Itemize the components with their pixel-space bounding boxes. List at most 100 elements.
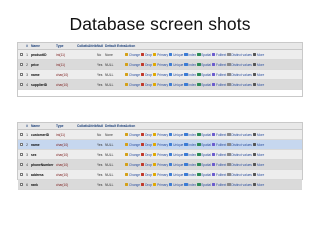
action-drop-link[interactable]: Drop <box>141 183 152 187</box>
row-checkbox[interactable] <box>19 53 23 56</box>
action-index-link[interactable]: Index <box>184 163 196 167</box>
action-distinct-values-link[interactable]: Distinct values <box>227 183 252 187</box>
action-unique-link[interactable]: Unique <box>169 173 183 177</box>
action-index-link[interactable]: Index <box>184 83 196 87</box>
action-index-link[interactable]: Index <box>184 173 196 177</box>
action-primary-link[interactable]: Primary <box>153 83 168 87</box>
action-change-link[interactable]: Change <box>125 53 140 57</box>
action-fulltext-link[interactable]: Fulltext <box>212 163 226 167</box>
action-distinct-values-link[interactable]: Distinct values <box>227 83 252 87</box>
action-spatial-link[interactable]: Spatial <box>197 153 211 157</box>
action-primary-link[interactable]: Primary <box>153 173 168 177</box>
action-primary-link[interactable]: Primary <box>153 53 168 57</box>
action-more-link[interactable]: More <box>253 53 264 57</box>
action-distinct-values-link[interactable]: Distinct values <box>227 73 252 77</box>
action-change-link[interactable]: Change <box>125 143 140 147</box>
action-spatial-link[interactable]: Spatial <box>197 83 211 87</box>
action-primary-link[interactable]: Primary <box>153 143 168 147</box>
action-distinct-values-link[interactable]: Distinct values <box>227 53 252 57</box>
col-name[interactable]: Name <box>30 44 56 48</box>
action-more-link[interactable]: More <box>253 83 264 87</box>
action-primary-link[interactable]: Primary <box>153 63 168 67</box>
action-fulltext-link[interactable]: Fulltext <box>212 183 226 187</box>
action-index-link[interactable]: Index <box>184 143 196 147</box>
action-unique-link[interactable]: Unique <box>169 73 183 77</box>
table-row[interactable]: 1 productID int(11) No None Change Drop Primary… <box>18 50 302 60</box>
action-drop-link[interactable]: Drop <box>141 163 152 167</box>
table-row[interactable]: 1 customerID int(11) No None Change Drop Primar… <box>18 130 302 140</box>
action-more-link[interactable]: More <box>253 163 264 167</box>
action-more-link[interactable]: More <box>253 73 264 77</box>
action-more-link[interactable]: More <box>253 63 264 67</box>
action-unique-link[interactable]: Unique <box>169 63 183 67</box>
action-index-link[interactable]: Index <box>184 183 196 187</box>
action-distinct-values-link[interactable]: Distinct values <box>227 163 252 167</box>
table-row[interactable]: 2 price int(11) Yes NULL Change Drop Primary Uni… <box>18 60 302 70</box>
action-unique-link[interactable]: Unique <box>169 163 183 167</box>
action-more-link[interactable]: More <box>253 153 264 157</box>
action-index-link[interactable]: Index <box>184 53 196 57</box>
action-change-link[interactable]: Change <box>125 173 140 177</box>
action-spatial-link[interactable]: Spatial <box>197 163 211 167</box>
action-spatial-link[interactable]: Spatial <box>197 183 211 187</box>
action-fulltext-link[interactable]: Fulltext <box>212 53 226 57</box>
action-drop-link[interactable]: Drop <box>141 153 152 157</box>
action-change-link[interactable]: Change <box>125 133 140 137</box>
row-checkbox[interactable] <box>19 143 23 146</box>
table-row[interactable]: 2 name char(10) Yes NULL Change Drop Primary Uni… <box>18 140 302 150</box>
row-checkbox[interactable] <box>19 183 23 186</box>
action-primary-link[interactable]: Primary <box>153 163 168 167</box>
action-primary-link[interactable]: Primary <box>153 73 168 77</box>
action-fulltext-link[interactable]: Fulltext <box>212 133 226 137</box>
action-distinct-values-link[interactable]: Distinct values <box>227 153 252 157</box>
row-checkbox[interactable] <box>19 153 23 156</box>
action-change-link[interactable]: Change <box>125 163 140 167</box>
action-change-link[interactable]: Change <box>125 63 140 67</box>
table-row[interactable]: 3 name char(10) Yes NULL Change Drop Primary Uni… <box>18 70 302 80</box>
action-spatial-link[interactable]: Spatial <box>197 133 211 137</box>
action-change-link[interactable]: Change <box>125 153 140 157</box>
table-row[interactable]: 6 rank char(10) Yes NULL Change Drop Primary Uni… <box>18 180 302 190</box>
row-checkbox[interactable] <box>19 133 23 136</box>
action-distinct-values-link[interactable]: Distinct values <box>227 173 252 177</box>
action-more-link[interactable]: More <box>253 133 264 137</box>
action-unique-link[interactable]: Unique <box>169 143 183 147</box>
action-drop-link[interactable]: Drop <box>141 173 152 177</box>
action-unique-link[interactable]: Unique <box>169 183 183 187</box>
action-fulltext-link[interactable]: Fulltext <box>212 73 226 77</box>
action-drop-link[interactable]: Drop <box>141 63 152 67</box>
action-spatial-link[interactable]: Spatial <box>197 73 211 77</box>
action-primary-link[interactable]: Primary <box>153 183 168 187</box>
action-drop-link[interactable]: Drop <box>141 83 152 87</box>
action-index-link[interactable]: Index <box>184 133 196 137</box>
action-change-link[interactable]: Change <box>125 73 140 77</box>
action-fulltext-link[interactable]: Fulltext <box>212 63 226 67</box>
action-more-link[interactable]: More <box>253 183 264 187</box>
action-unique-link[interactable]: Unique <box>169 83 183 87</box>
table-row[interactable]: 5 address char(10) Yes NULL Change Drop Primary… <box>18 170 302 180</box>
action-spatial-link[interactable]: Spatial <box>197 143 211 147</box>
action-drop-link[interactable]: Drop <box>141 53 152 57</box>
action-unique-link[interactable]: Unique <box>169 133 183 137</box>
action-fulltext-link[interactable]: Fulltext <box>212 153 226 157</box>
action-unique-link[interactable]: Unique <box>169 153 183 157</box>
action-change-link[interactable]: Change <box>125 183 140 187</box>
row-checkbox[interactable] <box>19 63 23 66</box>
row-checkbox[interactable] <box>19 173 23 176</box>
col-name[interactable]: Name <box>30 124 56 128</box>
table-row[interactable]: 4 supplierID char(10) Yes NULL Change Drop Prim… <box>18 80 302 90</box>
row-checkbox[interactable] <box>19 163 23 166</box>
action-distinct-values-link[interactable]: Distinct values <box>227 63 252 67</box>
action-fulltext-link[interactable]: Fulltext <box>212 83 226 87</box>
action-index-link[interactable]: Index <box>184 73 196 77</box>
action-primary-link[interactable]: Primary <box>153 153 168 157</box>
action-drop-link[interactable]: Drop <box>141 73 152 77</box>
row-checkbox[interactable] <box>19 83 23 86</box>
action-index-link[interactable]: Index <box>184 153 196 157</box>
action-fulltext-link[interactable]: Fulltext <box>212 143 226 147</box>
action-drop-link[interactable]: Drop <box>141 143 152 147</box>
action-distinct-values-link[interactable]: Distinct values <box>227 143 252 147</box>
action-index-link[interactable]: Index <box>184 63 196 67</box>
action-fulltext-link[interactable]: Fulltext <box>212 173 226 177</box>
action-spatial-link[interactable]: Spatial <box>197 53 211 57</box>
